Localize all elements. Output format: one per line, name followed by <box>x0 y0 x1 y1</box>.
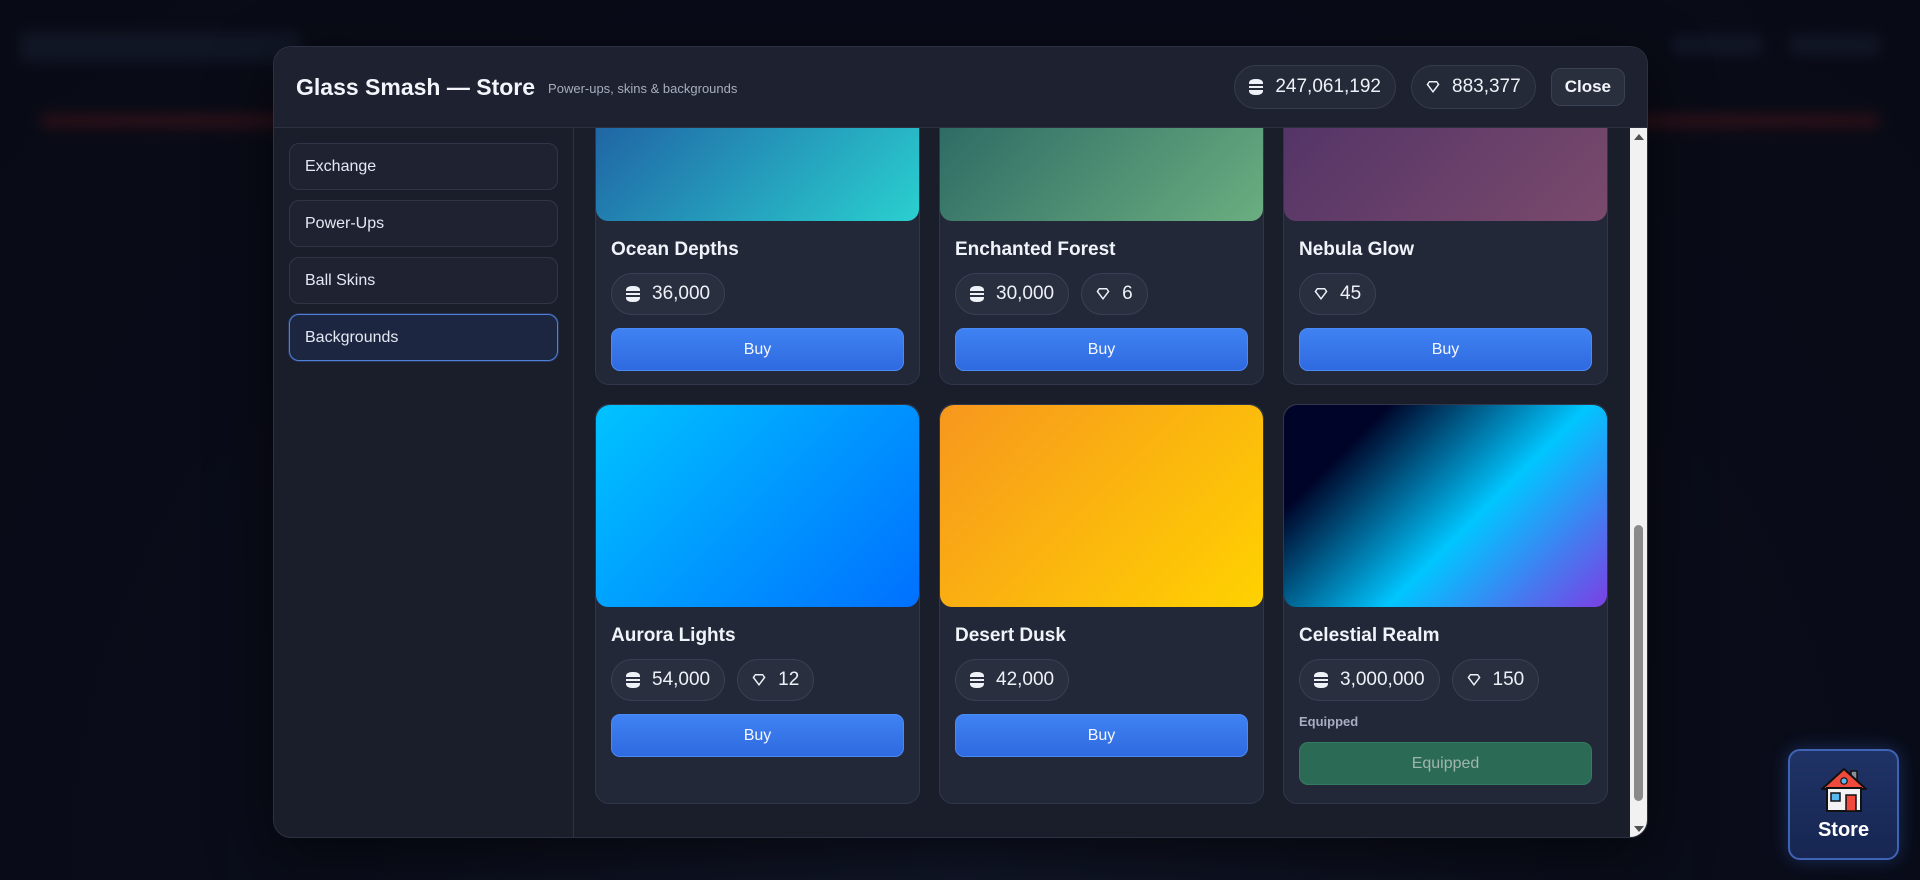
coin-balance-value: 247,061,192 <box>1275 76 1382 97</box>
store-header: Glass Smash — Store Power-ups, skins & b… <box>274 47 1647 128</box>
background-preview <box>940 405 1263 607</box>
sidebar-item-ball-skins[interactable]: Ball Skins <box>289 257 558 304</box>
house-icon <box>1820 768 1867 812</box>
background-preview <box>596 405 919 607</box>
gem-price-value: 45 <box>1340 283 1362 304</box>
gem-price: 45 <box>1299 273 1377 315</box>
coin-price: 36,000 <box>611 273 726 315</box>
coin-icon <box>626 286 640 302</box>
coin-price-value: 3,000,000 <box>1340 669 1425 690</box>
buy-button[interactable]: Buy <box>955 714 1248 757</box>
coin-price-value: 42,000 <box>996 669 1055 690</box>
sidebar-item-exchange[interactable]: Exchange <box>289 143 558 190</box>
coin-icon <box>970 286 984 302</box>
buy-button[interactable]: Buy <box>955 328 1248 371</box>
sidebar-item-backgrounds[interactable]: Backgrounds <box>289 314 558 361</box>
store-title: Glass Smash — Store <box>296 73 536 100</box>
gem-price: 6 <box>1081 273 1148 315</box>
gem-icon <box>752 673 766 687</box>
gem-price-value: 6 <box>1122 283 1133 304</box>
card-title: Desert Dusk <box>955 625 1066 646</box>
header-right: 247,061,192 883,377 Close <box>1234 65 1625 109</box>
background-preview <box>1284 128 1607 221</box>
coin-price: 42,000 <box>955 659 1070 701</box>
card-title: Aurora Lights <box>611 625 736 646</box>
gem-price-value: 12 <box>778 669 800 690</box>
card-title: Ocean Depths <box>611 239 739 260</box>
store-content: Ocean Depths 36,000 Buy Enchanted Forest… <box>574 128 1630 837</box>
coin-icon <box>1249 79 1264 95</box>
price-row: 30,000 6 <box>955 273 1263 315</box>
buy-button[interactable]: Buy <box>611 328 904 371</box>
card-title: Nebula Glow <box>1299 239 1415 260</box>
store-fab-button[interactable]: Store <box>1788 749 1899 860</box>
background-card-ocean-depths: Ocean Depths 36,000 Buy <box>595 128 920 385</box>
coin-balance: 247,061,192 <box>1234 65 1397 109</box>
gem-icon <box>1096 287 1110 301</box>
gem-price-value: 150 <box>1492 669 1525 690</box>
card-title: Celestial Realm <box>1299 625 1440 646</box>
price-row: 45 <box>1299 273 1607 315</box>
price-row: 54,000 12 <box>611 659 919 701</box>
coin-price-value: 54,000 <box>652 669 711 690</box>
background-card-desert-dusk: Desert Dusk 42,000 Buy <box>939 404 1264 804</box>
coin-price-value: 36,000 <box>652 283 711 304</box>
scroll-thumb[interactable] <box>1634 525 1643 801</box>
background-preview <box>596 128 919 221</box>
gem-balance-value: 883,377 <box>1452 76 1521 97</box>
content-scrollbar[interactable] <box>1630 128 1647 837</box>
scroll-up-arrow-icon[interactable] <box>1630 128 1647 145</box>
coin-icon <box>970 672 984 688</box>
store-subtitle: Power-ups, skins & backgrounds <box>548 81 738 96</box>
coin-price: 30,000 <box>955 273 1070 315</box>
coin-price-value: 30,000 <box>996 283 1055 304</box>
card-title: Enchanted Forest <box>955 239 1116 260</box>
coin-price: 54,000 <box>611 659 726 701</box>
buy-button[interactable]: Buy <box>1299 328 1592 371</box>
background-preview <box>1284 405 1607 607</box>
background-card-enchanted-forest: Enchanted Forest 30,000 6 Buy <box>939 128 1264 385</box>
background-card-celestial-realm: Celestial Realm 3,000,000 150 Equipped Eq… <box>1283 404 1608 804</box>
gem-icon <box>1314 287 1328 301</box>
background-preview <box>940 128 1263 221</box>
store-fab-label: Store <box>1817 819 1870 841</box>
sidebar-item-power-ups[interactable]: Power-Ups <box>289 200 558 247</box>
coin-price: 3,000,000 <box>1299 659 1440 701</box>
background-card-nebula-glow: Nebula Glow 45 Buy <box>1283 128 1608 385</box>
equipped-button[interactable]: Equipped <box>1299 742 1592 785</box>
scroll-down-arrow-icon[interactable] <box>1630 820 1647 837</box>
price-row: 36,000 <box>611 273 919 315</box>
gem-balance: 883,377 <box>1411 65 1536 109</box>
store-sidebar: Exchange Power-Ups Ball Skins Background… <box>274 128 574 837</box>
coin-icon <box>1314 672 1328 688</box>
equipped-status: Equipped <box>1299 714 1359 729</box>
gem-icon <box>1467 673 1481 687</box>
item-grid: Ocean Depths 36,000 Buy Enchanted Forest… <box>595 128 1608 804</box>
coin-icon <box>626 672 640 688</box>
price-row: 3,000,000 150 <box>1299 659 1607 701</box>
gem-price: 12 <box>737 659 815 701</box>
buy-button[interactable]: Buy <box>611 714 904 757</box>
gem-price: 150 <box>1451 659 1540 701</box>
price-row: 42,000 <box>955 659 1263 701</box>
gem-icon <box>1426 80 1440 94</box>
background-card-aurora-lights: Aurora Lights 54,000 12 Buy <box>595 404 920 804</box>
close-button[interactable]: Close <box>1550 68 1625 106</box>
store-modal: Glass Smash — Store Power-ups, skins & b… <box>273 46 1648 838</box>
